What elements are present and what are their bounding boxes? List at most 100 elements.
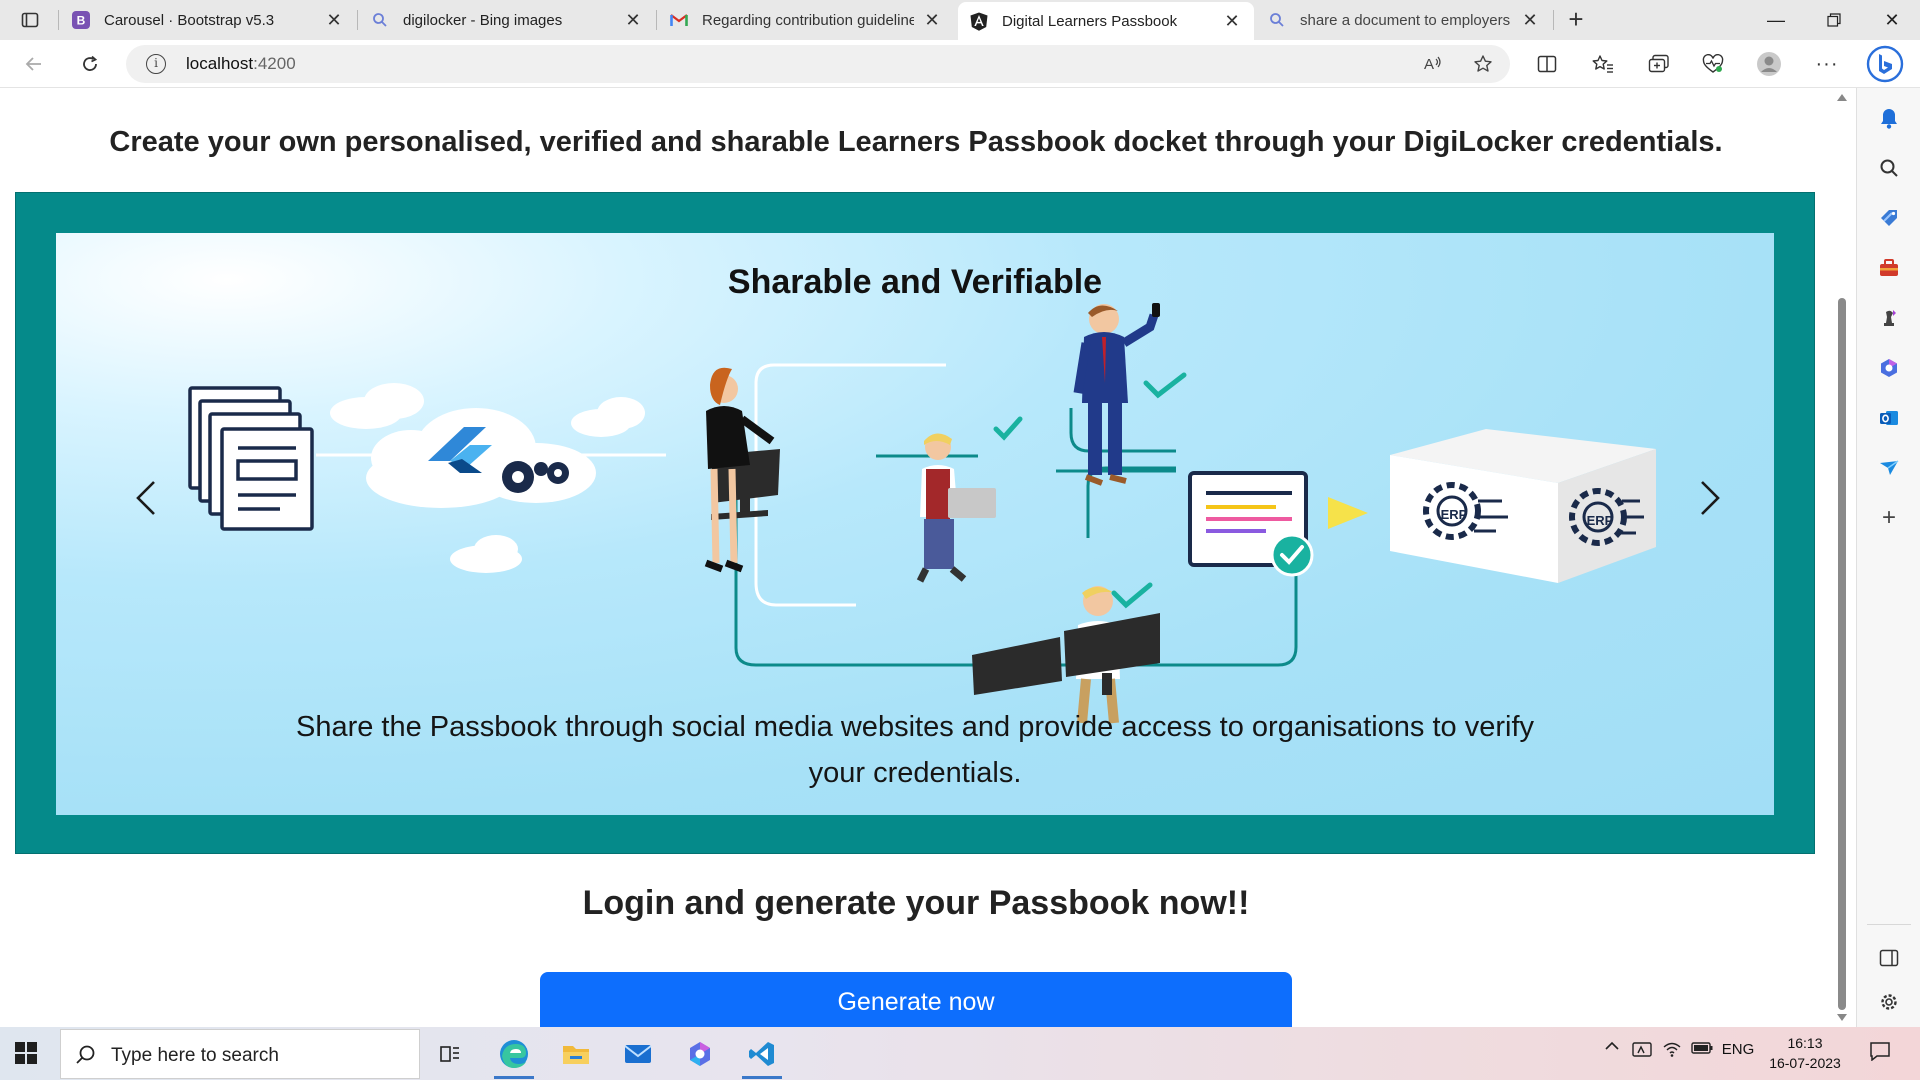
- tab-bing-images[interactable]: digilocker - Bing images ✕: [359, 0, 655, 40]
- tab-title: Digital Learners Passbook: [1002, 12, 1178, 30]
- folder-icon: [563, 1046, 589, 1064]
- svg-text:B: B: [77, 14, 86, 28]
- read-aloud-icon[interactable]: A: [1422, 53, 1444, 75]
- minimize-icon: —: [1767, 9, 1785, 30]
- url-text: localhost:4200: [186, 54, 296, 74]
- close-tab-icon[interactable]: ✕: [1222, 11, 1242, 31]
- tab-strip: B Carousel · Bootstrap v5.3 ✕ digilocker…: [0, 0, 1920, 40]
- taskbar-copilot-app[interactable]: [674, 1029, 726, 1079]
- back-button[interactable]: [18, 48, 50, 80]
- sidebar-hide-button[interactable]: [1875, 944, 1903, 972]
- clock-date: 16-07-2023: [1769, 1055, 1841, 1071]
- scroll-up-arrow[interactable]: [1837, 94, 1847, 101]
- sidebar-microsoft365-button[interactable]: [1875, 354, 1903, 382]
- favorites-icon: [1592, 55, 1613, 73]
- search-placeholder: Type here to search: [111, 1045, 279, 1066]
- favorites-button[interactable]: [1586, 48, 1620, 80]
- new-tab-button[interactable]: +: [1560, 6, 1592, 34]
- tray-language-indicator[interactable]: ENG: [1720, 1041, 1756, 1058]
- paper-plane-icon: [1880, 460, 1899, 475]
- collections-button[interactable]: [1642, 48, 1676, 80]
- show-hidden-icons-button[interactable]: [1600, 1041, 1624, 1051]
- mail-icon: [624, 1045, 652, 1063]
- taskbar-file-explorer[interactable]: [550, 1029, 602, 1079]
- split-screen-button[interactable]: [1530, 48, 1564, 80]
- search-icon: [1880, 159, 1898, 177]
- task-view-icon: [440, 1046, 459, 1062]
- carousel: ERP ERP Sharable and Verifiable Share th…: [15, 192, 1815, 854]
- tab-share-document[interactable]: share a document to employers c ✕: [1256, 0, 1552, 40]
- url-host: localhost: [186, 54, 254, 73]
- address-bar-row: i localhost:4200 A ···: [0, 40, 1920, 88]
- sidebar-outlook-button[interactable]: [1875, 404, 1903, 432]
- tray-wifi-icon[interactable]: [1660, 1041, 1684, 1057]
- site-info-icon[interactable]: i: [146, 54, 166, 74]
- task-view-button[interactable]: [424, 1029, 476, 1079]
- tray-battery-icon[interactable]: [1690, 1041, 1714, 1055]
- minimize-button[interactable]: —: [1748, 0, 1804, 40]
- microsoft365-icon: [1881, 359, 1897, 377]
- man-in-suit-figure: [1073, 303, 1187, 486]
- taskbar-edge-app[interactable]: [488, 1029, 540, 1079]
- bing-copilot-button[interactable]: [1862, 42, 1908, 86]
- start-button[interactable]: [14, 1041, 38, 1065]
- page-scrollbar[interactable]: [1832, 88, 1852, 1027]
- settings-more-button[interactable]: ···: [1810, 48, 1844, 80]
- carousel-prev-button[interactable]: [116, 463, 176, 533]
- sidebar-add-button[interactable]: +: [1875, 504, 1903, 532]
- address-bar[interactable]: i localhost:4200 A: [126, 45, 1510, 83]
- tab-separator: [357, 10, 358, 30]
- close-tab-icon[interactable]: ✕: [922, 10, 942, 30]
- browser-essentials-button[interactable]: [1696, 48, 1730, 80]
- taskbar-vscode[interactable]: [736, 1029, 788, 1079]
- tab-title: Carousel · Bootstrap v5.3: [104, 11, 275, 29]
- close-tab-icon[interactable]: ✕: [1520, 10, 1540, 30]
- tab-actions-button[interactable]: [10, 6, 50, 34]
- sidebar-tools-button[interactable]: [1875, 254, 1903, 282]
- tab-title: Regarding contribution guideline: [702, 11, 914, 29]
- close-window-button[interactable]: ✕: [1864, 0, 1920, 40]
- stacked-documents-icon: [188, 386, 314, 531]
- close-tab-icon[interactable]: ✕: [324, 10, 344, 30]
- restore-button[interactable]: [1806, 0, 1862, 40]
- collections-icon: [1648, 54, 1669, 73]
- refresh-icon: [83, 55, 98, 71]
- scroll-down-arrow[interactable]: [1837, 1014, 1847, 1021]
- sidebar-settings-button[interactable]: [1875, 988, 1903, 1016]
- close-tab-icon[interactable]: ✕: [623, 10, 643, 30]
- refresh-button[interactable]: [74, 48, 106, 80]
- arrow-left-icon: [25, 57, 41, 71]
- tab-digital-learners-passbook[interactable]: Digital Learners Passbook ✕: [958, 2, 1254, 40]
- sidebar-shopping-button[interactable]: [1875, 204, 1903, 232]
- sidebar-drop-button[interactable]: [1875, 454, 1903, 482]
- favorite-star-icon[interactable]: [1472, 53, 1494, 75]
- microsoft365-icon: [690, 1042, 710, 1066]
- generate-now-button[interactable]: Generate now: [540, 972, 1292, 1027]
- tray-meet-now-icon[interactable]: [1630, 1041, 1654, 1059]
- chess-piece-icon: [1884, 310, 1896, 326]
- windows-taskbar: Type here to search ENG 16:13 16-07-2023: [0, 1027, 1920, 1080]
- tab-carousel-bootstrap[interactable]: B Carousel · Bootstrap v5.3 ✕: [60, 0, 356, 40]
- notification-center-button[interactable]: [1866, 1041, 1894, 1061]
- carousel-next-button[interactable]: [1680, 463, 1740, 533]
- scroll-thumb[interactable]: [1838, 298, 1846, 1010]
- sidebar-games-button[interactable]: [1875, 304, 1903, 332]
- split-screen-icon: [1537, 55, 1557, 73]
- sidebar-search-button[interactable]: [1875, 154, 1903, 182]
- more-dots-icon: ···: [1815, 52, 1839, 75]
- chevron-up-icon: [1605, 1041, 1619, 1050]
- taskbar-mail[interactable]: [612, 1029, 664, 1079]
- vscode-icon: [749, 1042, 774, 1066]
- bootstrap-icon: B: [72, 11, 90, 29]
- profile-button[interactable]: [1752, 48, 1786, 80]
- bell-icon: [1881, 109, 1897, 129]
- url-port: :4200: [253, 54, 296, 73]
- taskbar-search-box[interactable]: Type here to search: [60, 1029, 420, 1079]
- tab-gmail-contribution[interactable]: Regarding contribution guideline ✕: [658, 0, 954, 40]
- page-viewport: Create your own personalised, verified a…: [0, 88, 1832, 1027]
- sidebar-notifications-button[interactable]: [1875, 104, 1903, 132]
- slide-caption: Share the Passbook through social media …: [295, 711, 1535, 789]
- erp-label-left: ERP: [1441, 507, 1468, 522]
- woman-at-computer-figure: [704, 367, 780, 573]
- taskbar-clock[interactable]: 16:13 16-07-2023: [1760, 1033, 1850, 1073]
